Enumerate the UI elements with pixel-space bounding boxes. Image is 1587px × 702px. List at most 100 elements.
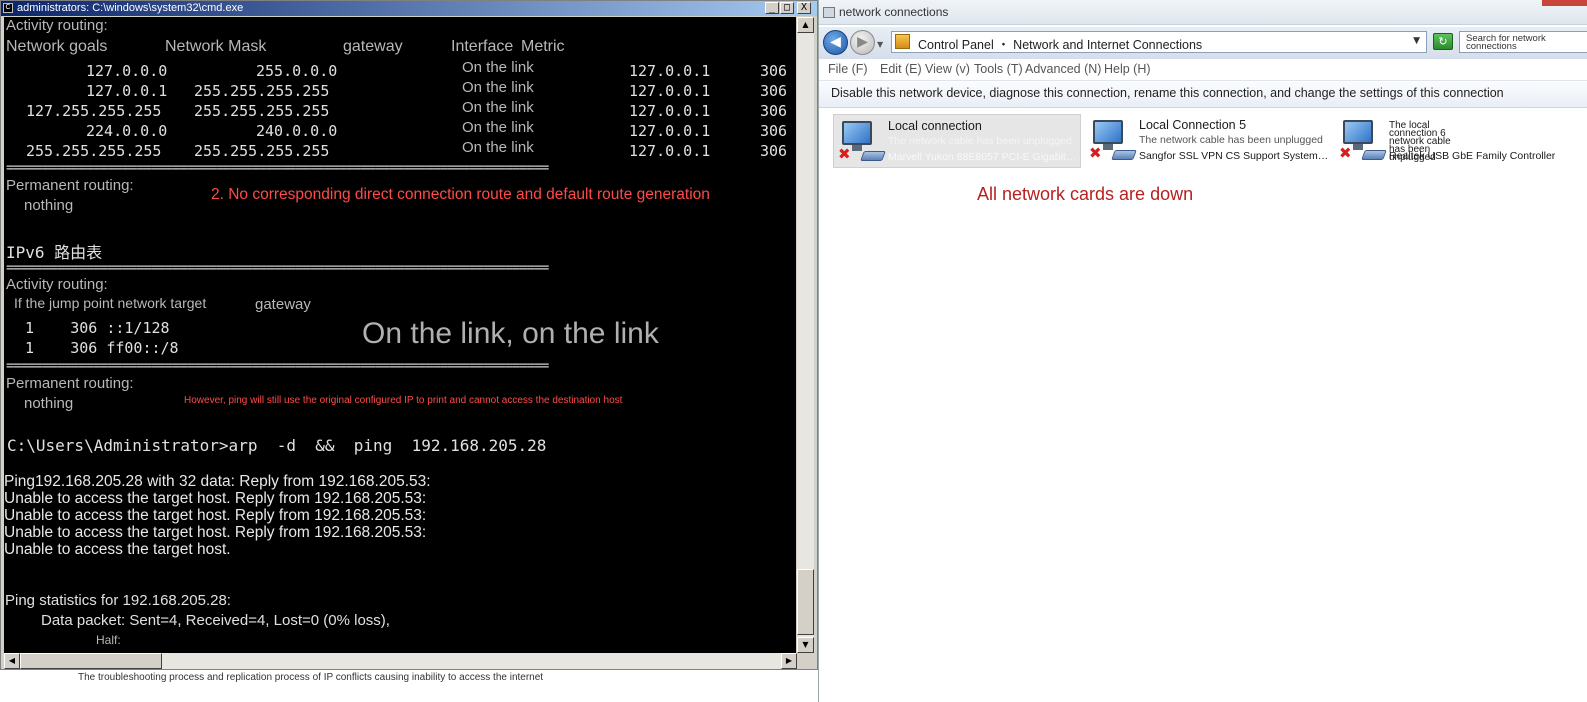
adapter-status: The network cable has been unplugged: [1139, 134, 1323, 146]
cmd-title-bar[interactable]: C administrators: C:\windows\system32\cm…: [1, 1, 817, 16]
menu-tools[interactable]: Tools (T): [974, 62, 1023, 76]
permanent-routes-value: nothing: [24, 197, 74, 214]
figure-caption: The troubleshooting process and replicat…: [78, 672, 544, 683]
annotation-no-direct-route: 2. No corresponding direct connection ro…: [211, 186, 710, 203]
route-gateway: On the link: [462, 139, 534, 156]
permanent-routes-value-2: nothing: [24, 395, 74, 412]
disconnected-x-icon: ✖: [838, 145, 851, 163]
route-mask: 240.0.0.0: [256, 122, 338, 140]
route-metric: 306: [760, 102, 788, 120]
ipv4-active-routes-header: Activity routing:: [6, 17, 108, 34]
route-gateway: On the link: [462, 119, 534, 136]
cmd-window-title: administrators: C:\windows\system32\cmd.…: [17, 2, 244, 14]
route-dest: 127.255.255.255: [26, 102, 162, 120]
menu-edit[interactable]: Edit (E): [880, 62, 922, 76]
annotation-on-the-link: On the link, on the link: [362, 317, 659, 350]
separator-line: ========================================…: [6, 160, 549, 176]
disconnected-x-icon: ✖: [1089, 144, 1102, 162]
menu-file[interactable]: File (F): [828, 62, 868, 76]
forward-button[interactable]: ▶: [850, 30, 875, 55]
col-gateway: gateway: [343, 38, 403, 55]
net-title-bar[interactable]: network connections: [819, 0, 1587, 25]
route-gateway: On the link: [462, 59, 534, 76]
route-interface: 127.0.0.1: [629, 82, 711, 100]
route-mask: 255.255.255.255: [194, 102, 330, 120]
route-dest: 255.255.255.255: [26, 142, 162, 160]
close-button[interactable]: X: [797, 2, 811, 14]
route-gateway: On the link: [462, 79, 534, 96]
col-ipv6-gateway: gateway: [255, 296, 311, 313]
adapter-tile[interactable]: ✖ Local connection The network cable has…: [833, 114, 1081, 168]
scroll-right-arrow-icon[interactable]: ▶: [781, 653, 797, 669]
command-prompt-line[interactable]: C:\Users\Administrator>arp -d && ping 19…: [7, 436, 546, 455]
menu-advanced[interactable]: Advanced (N): [1025, 62, 1101, 76]
command-bar-actions[interactable]: Disable this network device, diagnose th…: [831, 86, 1504, 100]
horizontal-scroll-thumb[interactable]: [20, 653, 162, 669]
refresh-button[interactable]: ↻: [1433, 33, 1453, 50]
menu-help[interactable]: Help (H): [1104, 62, 1151, 76]
vertical-scrollbar[interactable]: ▲ ▼: [797, 17, 814, 653]
col-network-goals: Network goals: [6, 38, 108, 55]
cmd-app-icon[interactable]: C: [3, 3, 13, 13]
address-path: Control Panel ・ Network and Internet Con…: [918, 38, 1203, 52]
ipv6-active-routes-header: Activity routing:: [6, 276, 108, 293]
address-field[interactable]: Control Panel ・ Network and Internet Con…: [891, 31, 1427, 53]
disconnected-x-icon: ✖: [1339, 144, 1352, 162]
search-input[interactable]: Search for network connections: [1459, 31, 1587, 53]
scroll-up-arrow-icon[interactable]: ▲: [797, 17, 814, 33]
menu-bar: File (F) Edit (E) View (v) Tools (T) Adv…: [819, 60, 1587, 80]
address-bar: ◀ ▶ ▼ Control Panel ・ Network and Intern…: [819, 27, 1587, 59]
route-metric: 306: [760, 142, 788, 160]
permanent-routes-header: Permanent routing:: [6, 177, 134, 194]
permanent-routes-header-2: Permanent routing:: [6, 375, 134, 392]
adapter-device: Marvell Yukon 88E8057 PCI-E Gigabit…: [888, 151, 1077, 163]
horizontal-scrollbar[interactable]: ◀ ▶: [4, 653, 797, 669]
route-interface: 127.0.0.1: [629, 102, 711, 120]
adapter-tile[interactable]: ✖ Local Connection 5 The network cable h…: [1085, 114, 1333, 168]
ping-statistics-header: Ping statistics for 192.168.205.28:: [5, 592, 231, 609]
route-dest: 127.0.0.1: [86, 82, 168, 100]
route-mask: 255.255.255.255: [194, 142, 330, 160]
route-mask: 255.0.0.0: [256, 62, 338, 80]
route-dest: 224.0.0.0: [86, 122, 168, 140]
search-placeholder: Search for network connections: [1466, 33, 1546, 52]
scroll-down-arrow-icon[interactable]: ▼: [797, 637, 814, 653]
scroll-left-arrow-icon[interactable]: ◀: [4, 653, 20, 669]
net-window-title: network connections: [839, 5, 949, 19]
half-line: Half:: [96, 633, 121, 647]
annotation-ping-uses-original-ip: However, ping will still use the origina…: [184, 395, 623, 406]
separator-line: ========================================…: [6, 260, 549, 276]
route-metric: 306: [760, 82, 788, 100]
route-gateway: On the link: [462, 99, 534, 116]
menu-view[interactable]: View (v): [925, 62, 970, 76]
ipv6-route-row: 1 306 ff00::/8: [7, 339, 179, 357]
route-mask: 255.255.255.255: [194, 82, 330, 100]
control-panel-icon: [895, 34, 910, 49]
ping-output: Ping192.168.205.28 with 32 data: Reply f…: [4, 473, 431, 558]
adapter-tile[interactable]: ✖ The local connection 6 network cable h…: [1335, 114, 1587, 168]
adapter-device: Sangfor SSL VPN CS Support System…: [1139, 150, 1329, 162]
maximize-button[interactable]: □: [780, 2, 794, 14]
route-metric: 306: [760, 62, 788, 80]
adapter-device: Realtek USB GbE Family Controller: [1389, 150, 1556, 162]
address-dropdown-icon[interactable]: ▼: [1413, 36, 1420, 46]
ping-statistics-line: Data packet: Sent=4, Received=4, Lost=0 …: [41, 612, 390, 629]
ipv6-route-row: 1 306 ::1/128: [7, 319, 170, 337]
annotation-all-cards-down: All network cards are down: [977, 184, 1194, 204]
route-metric: 306: [760, 122, 788, 140]
col-network-mask: Network Mask: [165, 38, 267, 55]
back-button[interactable]: ◀: [823, 30, 848, 55]
vertical-scroll-thumb[interactable]: [797, 569, 814, 635]
adapter-name: Local Connection 5: [1139, 118, 1247, 132]
adapter-status: The network cable has been unplugged: [888, 135, 1072, 147]
network-connections-window: network connections ◀ ▶ ▼ Control Panel …: [818, 0, 1587, 702]
col-jump-point: If the jump point network target: [14, 295, 207, 311]
route-interface: 127.0.0.1: [629, 142, 711, 160]
network-folder-icon: [823, 7, 835, 18]
route-interface: 127.0.0.1: [629, 62, 711, 80]
console-output[interactable]: Activity routing: Network goals Network …: [4, 17, 796, 653]
minimize-button[interactable]: _: [765, 2, 779, 14]
col-metric: Metric: [521, 38, 565, 55]
net-close-button[interactable]: [1542, 0, 1587, 6]
recent-pages-dropdown-icon[interactable]: ▼: [877, 40, 883, 49]
